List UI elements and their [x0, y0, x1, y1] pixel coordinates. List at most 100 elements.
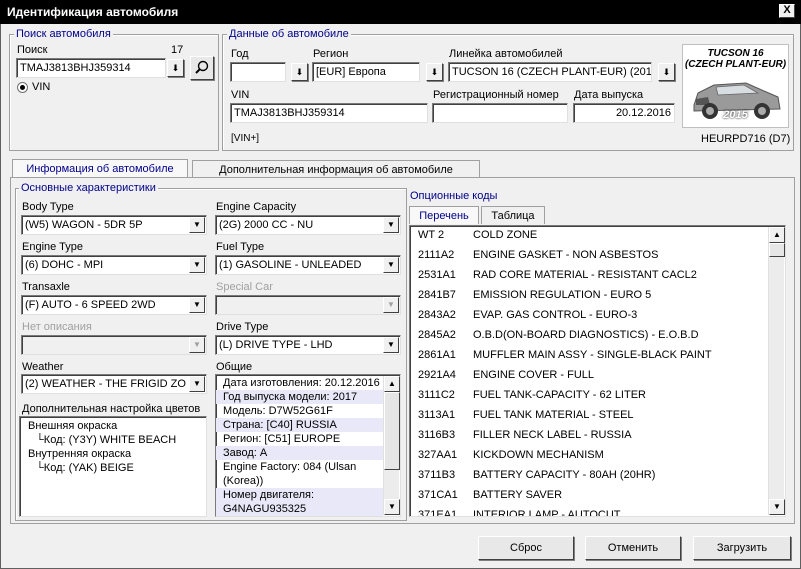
line-input[interactable]: TUCSON 16 (CZECH PLANT-EUR) (2015 [448, 62, 652, 82]
tree-interior[interactable]: Внутренняя окраска [28, 447, 206, 461]
vehicle-code: HEURPD716 (D7) [701, 133, 791, 145]
engine-type-select[interactable]: (6) DOHC - MPI ▼ [21, 255, 207, 275]
search-download-button[interactable]: ⬇ [167, 59, 184, 77]
vin-plus-link[interactable]: [VIN+] [231, 133, 259, 144]
tree-exterior[interactable]: Внешняя окраска [28, 419, 206, 433]
general-row: G4NAGU935325 [216, 502, 383, 516]
body-type-value: (W5) WAGON - 5DR 5P [25, 219, 143, 231]
general-row: Номер двигателя: [216, 488, 383, 502]
chevron-down-icon: ▼ [383, 297, 399, 313]
tab-extra-info[interactable]: Дополнительная информация об автомобиле [192, 160, 480, 178]
list-item[interactable]: 371CA1 BATTERY SAVER [418, 486, 562, 506]
scroll-down-icon[interactable]: ▼ [769, 499, 785, 515]
option-code: 2921A4 [418, 369, 456, 381]
body-type-label: Body Type [22, 201, 74, 213]
scroll-thumb[interactable] [769, 243, 785, 257]
scroll-up-icon[interactable]: ▲ [769, 227, 785, 243]
reg-input[interactable] [432, 103, 568, 123]
list-item[interactable]: WT 2 COLD ZONE [418, 226, 537, 246]
drive-type-select[interactable]: (L) DRIVE TYPE - LHD ▼ [215, 335, 401, 355]
year-dropdown-button[interactable]: ⬇ [291, 63, 308, 81]
list-item[interactable]: 3711B3 BATTERY CAPACITY - 80AH (20HR) [418, 466, 655, 486]
option-desc: COLD ZONE [473, 229, 538, 241]
list-item[interactable]: 2111A2 ENGINE GASKET - NON ASBESTOS [418, 246, 658, 266]
drive-type-label: Drive Type [216, 321, 269, 333]
scroll-up-icon[interactable]: ▲ [384, 376, 400, 392]
scroll-down-icon[interactable]: ▼ [384, 499, 400, 515]
list-item[interactable]: 2845A2 O.B.D(ON-BOARD DIAGNOSTICS) - E.O.… [418, 326, 699, 346]
transaxle-select[interactable]: (F) AUTO - 6 SPEED 2WD ▼ [21, 295, 207, 315]
load-button[interactable]: Загрузить [693, 536, 791, 560]
line-dropdown-button[interactable]: ⬇ [658, 63, 675, 81]
image-title-1: TUCSON 16 [707, 48, 764, 59]
region-input[interactable]: [EUR] Европа [312, 62, 420, 82]
close-button[interactable]: X [779, 4, 795, 18]
search-input[interactable]: TMAJ3813BHJ359314 [16, 58, 166, 78]
search-button[interactable] [190, 56, 214, 80]
list-item[interactable]: 371EA1 INTERIOR LAMP - AUTOCUT [418, 506, 621, 517]
vin-radio[interactable] [17, 82, 28, 93]
year-input[interactable] [230, 62, 286, 82]
image-title-2: (CZECH PLANT-EUR) [684, 59, 787, 70]
general-list[interactable]: Дата изготовления: 20.12.2016 Год выпуск… [215, 374, 401, 517]
scroll-thumb[interactable] [384, 392, 400, 470]
vin-label: VIN [231, 89, 250, 101]
general-scrollbar[interactable]: ▲ ▼ [383, 376, 400, 515]
region-label: Регион [313, 48, 349, 60]
search-group-title: Поиск автомобиля [14, 28, 113, 40]
special-car-select: ▼ [215, 295, 401, 315]
option-code: 371EA1 [418, 509, 458, 517]
general-row: Дата изготовления: 20.12.2016 [223, 377, 380, 389]
close-icon: X [783, 4, 791, 16]
region-dropdown-button[interactable]: ⬇ [426, 63, 443, 81]
engine-capacity-label: Engine Capacity [216, 201, 297, 213]
reset-button[interactable]: Сброс [478, 536, 574, 560]
option-code: 2843A2 [418, 309, 456, 321]
body-type-select[interactable]: (W5) WAGON - 5DR 5P ▼ [21, 215, 207, 235]
list-item[interactable]: 2531A1 RAD CORE MATERIAL - RESISTANT CACL… [418, 266, 697, 286]
general-label: Общие [216, 361, 253, 373]
general-row: Год выпуска модели: 2017 [216, 390, 383, 404]
tree-exterior-code[interactable]: └Код: (Y3Y) WHITE BEACH [28, 433, 206, 447]
engine-capacity-select[interactable]: (2G) 2000 CC - NU ▼ [215, 215, 401, 235]
list-item[interactable]: 2861A1 MUFFLER MAIN ASSY - SINGLE-BLACK P… [418, 346, 712, 366]
options-list[interactable]: WT 2 COLD ZONE 2111A2 ENGINE GASKET - NON … [409, 225, 786, 517]
chevron-down-icon: ▼ [383, 217, 399, 233]
vehicle-image: TUCSON 16 (CZECH PLANT-EUR) 2015 [682, 44, 789, 128]
cancel-button[interactable]: Отменить [585, 536, 681, 560]
option-code: 2111A2 [418, 249, 455, 261]
colors-label: Дополнительная настройка цветов [22, 403, 201, 415]
list-item[interactable]: 2841B7 EMISSION REGULATION - EURO 5 [418, 286, 651, 306]
weather-select[interactable]: (2) WEATHER - THE FRIGID ZON ▼ [21, 374, 207, 394]
list-item[interactable]: 2921A4 ENGINE COVER - FULL [418, 366, 594, 386]
download-arrow-icon: ⬇ [295, 67, 304, 77]
option-desc: BATTERY SAVER [473, 489, 563, 501]
search-count: 17 [171, 44, 184, 56]
list-item[interactable]: 327AA1 KICKDOWN MECHANISM [418, 446, 604, 466]
image-year: 2015 [723, 109, 748, 121]
list-item[interactable]: 2843A2 EVAP. GAS CONTROL - EURO-3 [418, 306, 637, 326]
general-row: Engine Factory: 084 (Ulsan [223, 461, 357, 473]
date-label: Дата выпуска [574, 89, 644, 101]
options-scrollbar[interactable]: ▲ ▼ [768, 227, 785, 515]
line-label: Линейка автомобилей [449, 48, 563, 60]
general-row: (Korea)) [223, 475, 264, 487]
option-code: 3116B3 [418, 429, 456, 441]
option-desc: INTERIOR LAMP - AUTOCUT [473, 509, 621, 517]
option-desc: MUFFLER MAIN ASSY - SINGLE-BLACK PAINT [473, 349, 712, 361]
fuel-type-select[interactable]: (1) GASOLINE - UNLEADED ▼ [215, 255, 401, 275]
list-item[interactable]: 3111C2 FUEL TANK-CAPACITY - 62 LITER [418, 386, 646, 406]
list-item[interactable]: 3116B3 FILLER NECK LABEL - RUSSIA [418, 426, 632, 446]
tab-options-table[interactable]: Таблица [481, 206, 545, 224]
general-row: Модель: D7W52G61F [223, 405, 333, 417]
date-input[interactable]: 20.12.2016 [573, 103, 675, 123]
tab-vehicle-info[interactable]: Информация об автомобиле [12, 159, 188, 178]
list-item[interactable]: 3113A1 FUEL TANK MATERIAL - STEEL [418, 406, 634, 426]
colors-tree[interactable]: Внешняя окраска └Код: (Y3Y) WHITE BEACH … [19, 416, 207, 517]
tree-interior-code[interactable]: └Код: (YAK) BEIGE [28, 461, 206, 475]
tab-options-list[interactable]: Перечень [409, 206, 479, 224]
option-desc: EVAP. GAS CONTROL - EURO-3 [473, 309, 638, 321]
chevron-down-icon: ▼ [189, 297, 205, 313]
vin-input[interactable]: TMAJ3813BHJ359314 [230, 103, 428, 123]
chevron-down-icon: ▼ [189, 376, 205, 392]
